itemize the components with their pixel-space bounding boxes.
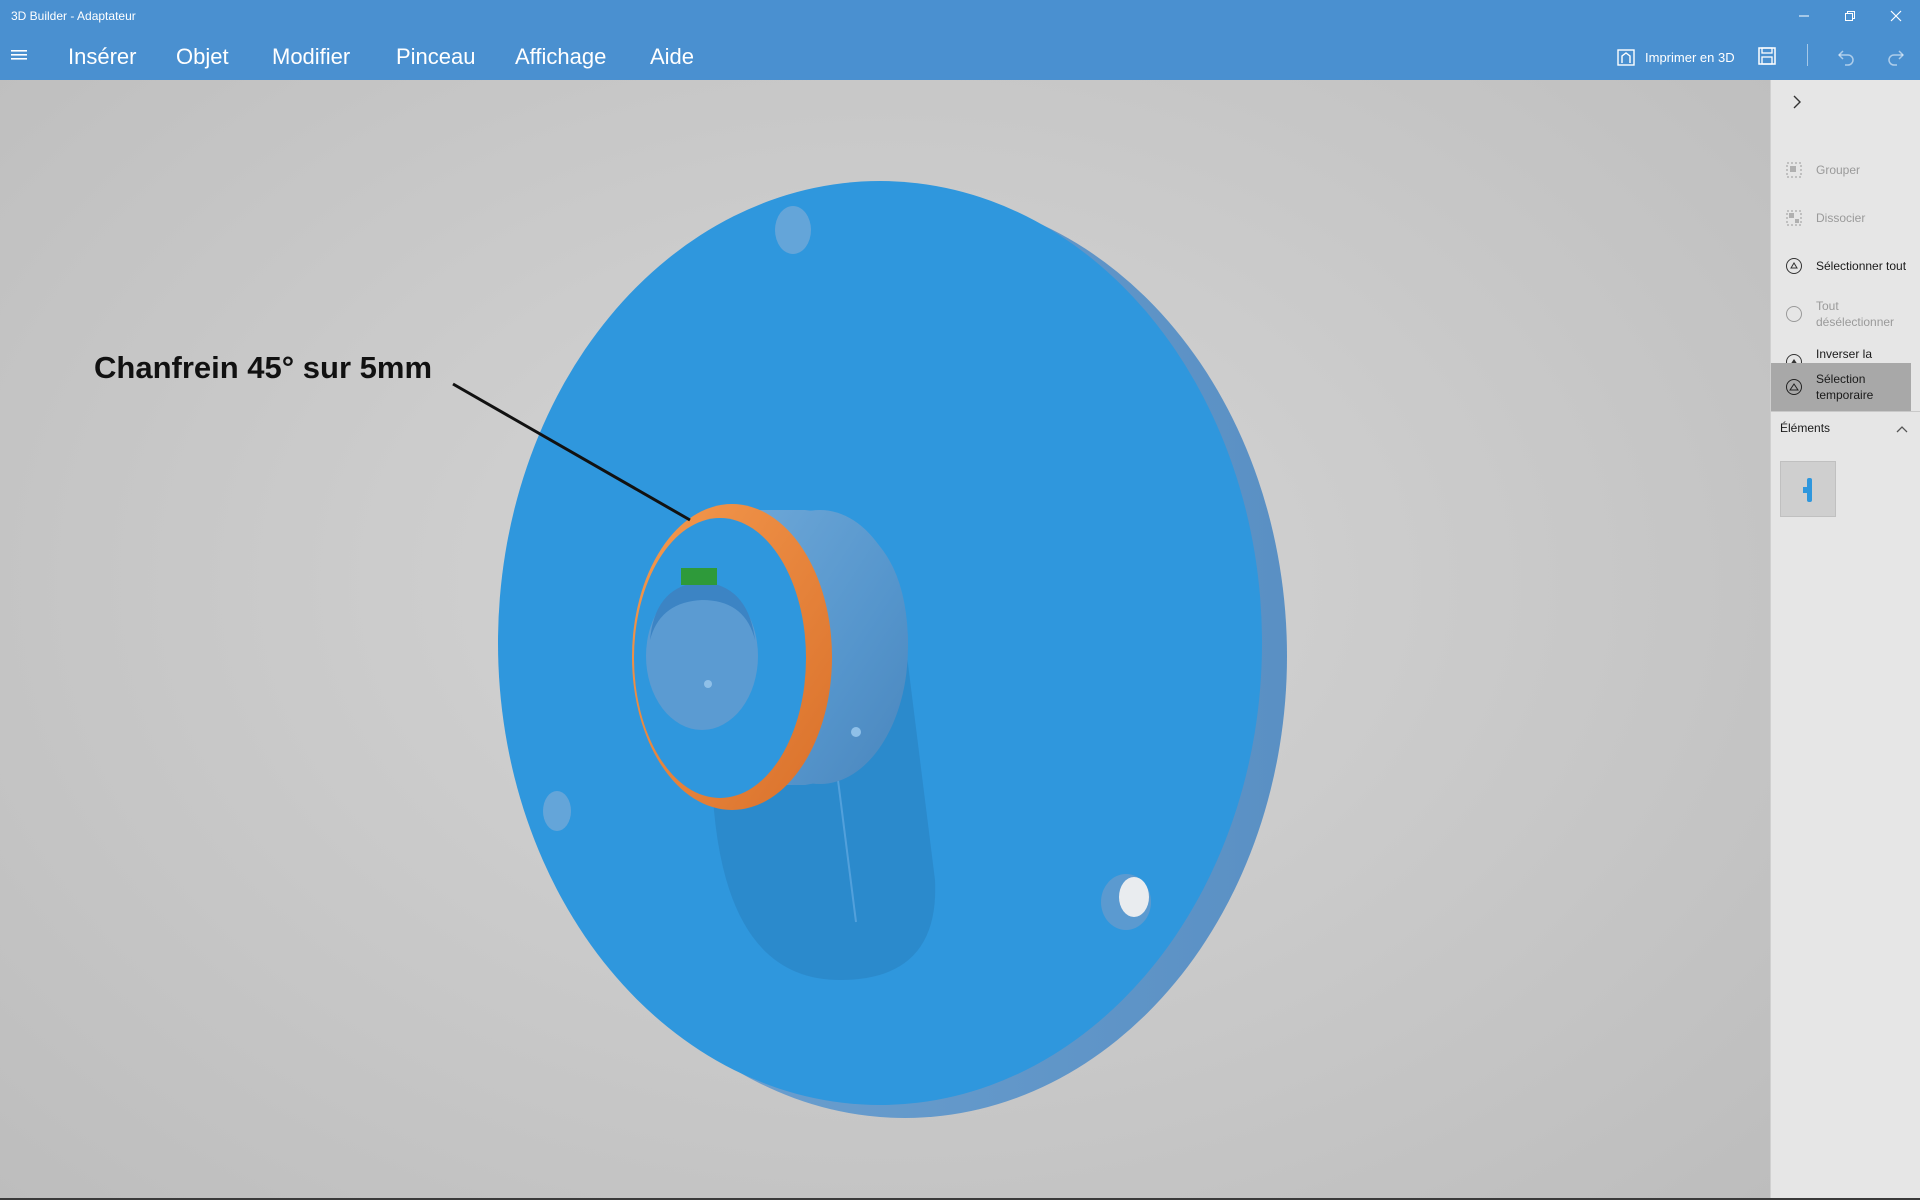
annotation-label: Chanfrein 45° sur 5mm (94, 350, 433, 385)
print-3d-button[interactable]: Imprimer en 3D (1616, 46, 1735, 68)
ungroup-icon (1786, 210, 1802, 226)
undo-icon[interactable] (1836, 45, 1858, 67)
3d-model-scene[interactable] (0, 80, 1770, 1198)
temporary-selection-button[interactable]: Sélection temporaire (1771, 363, 1911, 411)
menu-aide[interactable]: Aide (650, 44, 694, 70)
ungroup-button[interactable]: Dissocier (1771, 195, 1911, 241)
group-button[interactable]: Grouper (1771, 147, 1911, 193)
menu-bar: Insérer Objet Modifier Pinceau Affichage… (0, 32, 1920, 80)
minimize-button[interactable] (1781, 0, 1827, 32)
pin-hole (851, 727, 861, 737)
print-3d-label: Imprimer en 3D (1645, 49, 1735, 65)
bore-pin (704, 680, 712, 688)
temporary-selection-icon (1786, 379, 1802, 395)
ungroup-label: Dissocier (1816, 211, 1866, 225)
chevron-right-icon[interactable] (1787, 92, 1807, 112)
restore-icon (1845, 11, 1855, 21)
deselect-all-button[interactable]: Tout désélectionner (1771, 291, 1911, 337)
select-all-label: Sélectionner tout (1816, 259, 1907, 273)
close-button[interactable] (1873, 0, 1919, 32)
menu-pinceau[interactable]: Pinceau (396, 44, 476, 70)
title-bar: 3D Builder - Adaptateur (0, 0, 1920, 32)
model-thumbnail-icon (1803, 478, 1812, 502)
temporary-selection-label: Sélection temporaire (1816, 372, 1874, 402)
print-3d-icon (1617, 49, 1635, 66)
restore-button[interactable] (1827, 0, 1873, 32)
panel-divider (1771, 411, 1920, 412)
mounting-hole (775, 206, 811, 254)
group-icon (1786, 162, 1802, 178)
deselect-all-label: Tout désélectionner (1816, 299, 1895, 329)
select-all-button[interactable]: Sélectionner tout (1771, 243, 1911, 289)
redo-icon[interactable] (1884, 45, 1906, 67)
elements-section-title: Éléments (1780, 421, 1831, 435)
menu-objet[interactable]: Objet (176, 44, 229, 70)
select-all-icon (1786, 258, 1802, 274)
menu-inserer[interactable]: Insérer (68, 44, 136, 70)
deselect-all-icon (1786, 306, 1802, 322)
selection-panel: Grouper Dissocier Sélectionner tout Tout… (1770, 80, 1920, 1198)
save-icon[interactable] (1756, 45, 1778, 67)
mounting-hole-through (1119, 877, 1149, 917)
key-marker (681, 568, 717, 585)
element-thumbnail[interactable] (1780, 461, 1836, 517)
chevron-up-icon[interactable] (1895, 424, 1909, 434)
hamburger-menu-icon[interactable] (11, 48, 29, 62)
minimize-icon (1799, 15, 1809, 17)
3d-viewport[interactable]: Chanfrein 45° sur 5mm (0, 80, 1770, 1198)
toolbar-separator (1807, 44, 1808, 66)
close-icon (1890, 10, 1902, 22)
group-label: Grouper (1816, 163, 1861, 177)
window-title: 3D Builder - Adaptateur (11, 9, 136, 23)
menu-affichage[interactable]: Affichage (515, 44, 606, 70)
mounting-hole (543, 791, 571, 831)
menu-modifier[interactable]: Modifier (272, 44, 350, 70)
